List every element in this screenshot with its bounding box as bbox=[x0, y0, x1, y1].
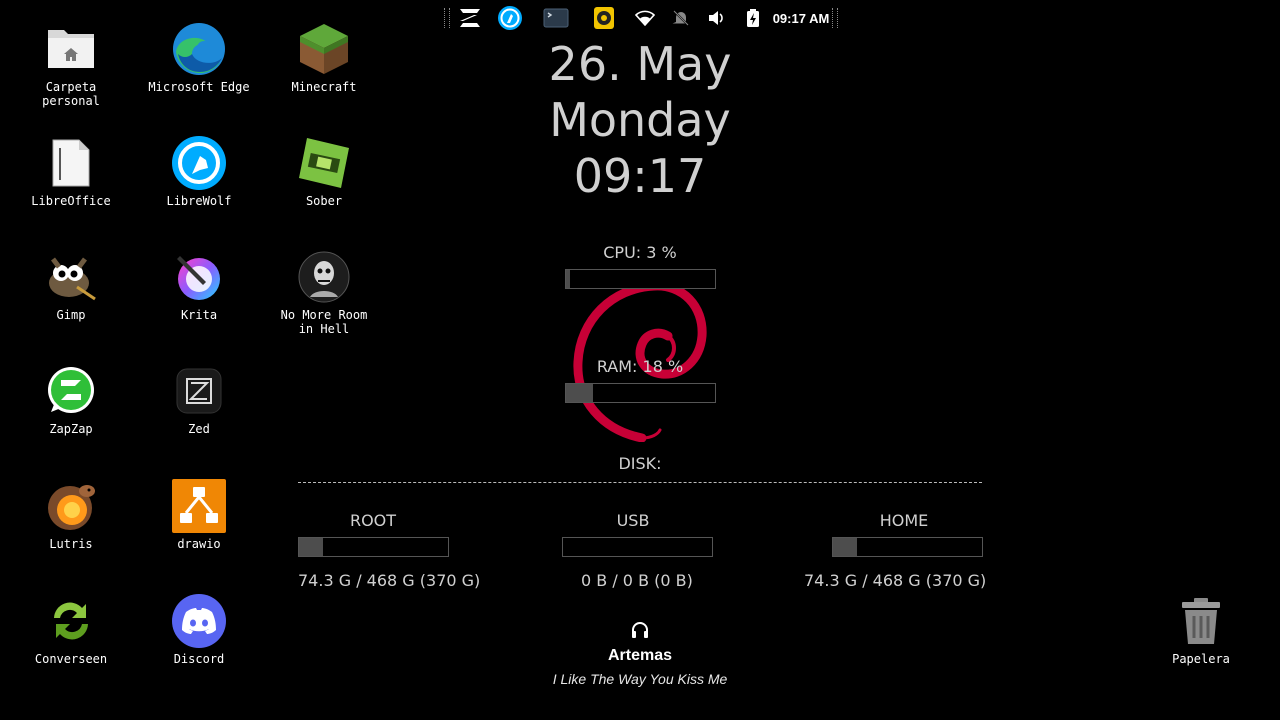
disk-divider bbox=[298, 482, 982, 483]
desktop-icon-librewolf[interactable]: LibreWolf bbox=[144, 136, 254, 208]
trash-icon bbox=[1174, 594, 1228, 648]
tray-clock[interactable]: 09:17 AM bbox=[770, 5, 832, 31]
desktop-icon-trash[interactable]: Papelera bbox=[1146, 594, 1256, 666]
conky-weekday: Monday bbox=[549, 93, 731, 147]
desktop-icon-label: ZapZap bbox=[49, 422, 93, 436]
discord-icon bbox=[172, 594, 226, 648]
home-folder-icon bbox=[44, 22, 98, 76]
disk-label: DISK: bbox=[618, 454, 662, 473]
disk-usb-usage: 0 B / 0 B (0 B) bbox=[581, 571, 693, 590]
desktop-icon-microsoft-edge[interactable]: Microsoft Edge bbox=[144, 22, 254, 94]
librewolf-icon bbox=[172, 136, 226, 190]
zed-icon bbox=[172, 364, 226, 418]
disk-usb-bar bbox=[562, 537, 713, 557]
desktop-icon-home-folder[interactable]: Carpeta personal bbox=[16, 22, 126, 108]
desktop-icon-label: Microsoft Edge bbox=[148, 80, 250, 94]
desktop-icon-minecraft[interactable]: Minecraft bbox=[269, 22, 379, 94]
nmrih-icon bbox=[297, 250, 351, 304]
conky-date: 26. May bbox=[548, 37, 732, 91]
cpu-bar-fill bbox=[566, 270, 571, 288]
volume-icon[interactable] bbox=[704, 5, 730, 31]
disk-home-bar bbox=[832, 537, 983, 557]
disk-root-name: ROOT bbox=[349, 511, 397, 530]
wifi-icon[interactable] bbox=[632, 5, 658, 31]
ram-bar bbox=[565, 383, 716, 403]
cpu-bar bbox=[565, 269, 716, 289]
disk-root-usage: 74.3 G / 468 G (370 G) bbox=[298, 571, 481, 590]
disk-home-name: HOME bbox=[879, 511, 929, 530]
disk-root-bar bbox=[298, 537, 449, 557]
desktop-icon-label: Carpeta personal bbox=[42, 80, 100, 108]
desktop-icon-label: No More Room in Hell bbox=[280, 308, 368, 336]
disk-home-usage: 74.3 G / 468 G (370 G) bbox=[804, 571, 987, 590]
disk-home-bar-fill bbox=[833, 538, 857, 556]
drawio-icon bbox=[172, 479, 226, 533]
desktop-icon-zed[interactable]: Zed bbox=[144, 364, 254, 436]
desktop-icon-label: Lutris bbox=[49, 537, 93, 551]
zorin-menu-icon[interactable] bbox=[456, 5, 484, 31]
desktop-icon-discord[interactable]: Discord bbox=[144, 594, 254, 666]
desktop-icon-label: drawio bbox=[177, 537, 221, 551]
sober-icon bbox=[297, 136, 351, 190]
desktop-icon-label: Gimp bbox=[56, 308, 86, 322]
battery-charging-icon[interactable] bbox=[742, 5, 764, 31]
librewolf-tray-icon[interactable] bbox=[496, 5, 524, 31]
system-tray: 09:17 AM bbox=[442, 5, 838, 31]
desktop-icon-libreoffice[interactable]: LibreOffice bbox=[16, 136, 126, 208]
terminal-icon[interactable] bbox=[542, 5, 570, 31]
conky-time: 09:17 bbox=[573, 149, 707, 203]
desktop-icon-sober[interactable]: Sober bbox=[269, 136, 379, 208]
now-playing-track: I Like The Way You Kiss Me bbox=[552, 671, 728, 687]
conky-date-block: 26. May Monday 09:17 bbox=[500, 36, 780, 204]
disk-root-bar-fill bbox=[299, 538, 323, 556]
now-playing-artist: Artemas bbox=[607, 647, 673, 664]
desktop-icon-krita[interactable]: Krita bbox=[144, 250, 254, 322]
desktop-icon-label: Zed bbox=[188, 422, 210, 436]
desktop-icon-label: Sober bbox=[305, 194, 343, 208]
desktop-icon-zapzap[interactable]: ZapZap bbox=[16, 364, 126, 436]
desktop-icon-gimp[interactable]: Gimp bbox=[16, 250, 126, 322]
desktop-icon-lutris[interactable]: Lutris bbox=[16, 479, 126, 551]
desktop-icon-no-more-room-in-hell[interactable]: No More Room in Hell bbox=[269, 250, 379, 336]
zapzap-icon bbox=[44, 364, 98, 418]
minecraft-icon bbox=[297, 22, 351, 76]
headphones-icon bbox=[630, 620, 650, 640]
desktop-icon-drawio[interactable]: drawio bbox=[144, 479, 254, 551]
desktop-icon-label: Papelera bbox=[1172, 652, 1230, 666]
desktop-icon-label: Discord bbox=[173, 652, 225, 666]
cpu-label: CPU: 3 % bbox=[603, 243, 677, 262]
desktop-icon-label: LibreWolf bbox=[166, 194, 232, 208]
tray-left-grip[interactable] bbox=[444, 8, 450, 28]
krita-icon bbox=[172, 250, 226, 304]
ram-label: RAM: 18 % bbox=[596, 357, 684, 376]
desktop-icon-label: Minecraft bbox=[291, 80, 357, 94]
audio-player-icon[interactable] bbox=[590, 5, 618, 31]
notifications-muted-icon[interactable] bbox=[668, 5, 694, 31]
tray-right-grip[interactable] bbox=[832, 8, 838, 28]
disk-usb-name: USB bbox=[616, 511, 650, 530]
edge-icon bbox=[172, 22, 226, 76]
desktop-icon-label: Converseen bbox=[34, 652, 108, 666]
desktop-icon-label: LibreOffice bbox=[31, 194, 111, 208]
desktop-icon-label: Krita bbox=[180, 308, 218, 322]
desktop-icon-converseen[interactable]: Converseen bbox=[16, 594, 126, 666]
converseen-icon bbox=[44, 594, 98, 648]
gimp-icon bbox=[44, 250, 98, 304]
libreoffice-icon bbox=[44, 136, 98, 190]
lutris-icon bbox=[44, 479, 98, 533]
ram-bar-fill bbox=[566, 384, 593, 402]
